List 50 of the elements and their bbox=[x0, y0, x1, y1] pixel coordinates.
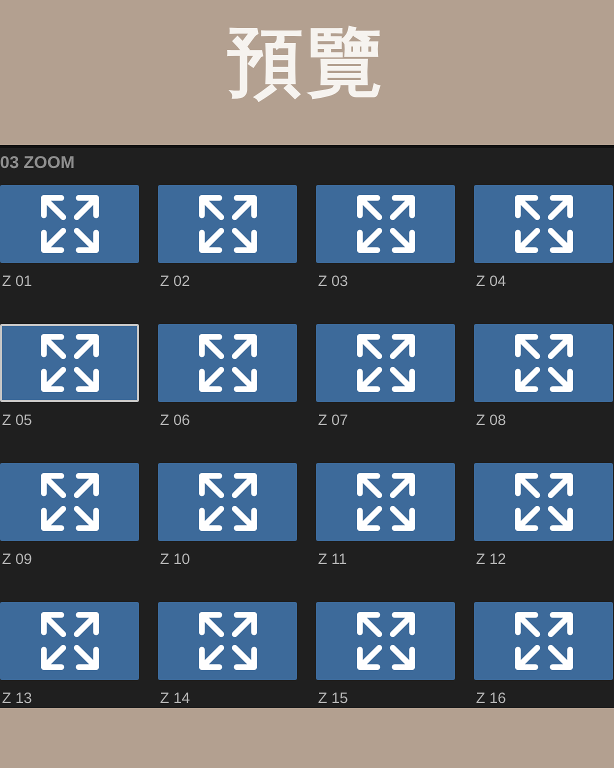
expand-arrows-icon bbox=[198, 473, 256, 531]
preset-thumbnail[interactable] bbox=[158, 602, 297, 680]
expand-arrows-icon bbox=[40, 195, 98, 253]
preset-label: Z 15 bbox=[317, 690, 348, 708]
preset-thumbnail[interactable] bbox=[316, 324, 455, 402]
page-title: 預覽 bbox=[227, 24, 387, 106]
expand-arrows-icon bbox=[40, 334, 98, 392]
preset-label: Z 12 bbox=[475, 551, 506, 569]
expand-arrows-icon bbox=[514, 473, 572, 531]
expand-arrows-icon bbox=[514, 195, 572, 253]
preset-thumbnail[interactable] bbox=[0, 185, 139, 263]
expand-arrows-icon bbox=[40, 473, 98, 531]
preset-thumbnail[interactable] bbox=[316, 463, 455, 541]
preset-thumbnail[interactable] bbox=[474, 185, 613, 263]
preset-thumbnail[interactable] bbox=[0, 324, 139, 402]
expand-arrows-icon bbox=[40, 612, 98, 670]
preset-label: Z 07 bbox=[317, 412, 348, 430]
preset-thumbnail[interactable] bbox=[474, 463, 613, 541]
preset-thumbnail[interactable] bbox=[0, 463, 139, 541]
panel-heading: 03 ZOOM bbox=[0, 152, 76, 173]
expand-arrows-icon bbox=[356, 473, 414, 531]
expand-arrows-icon bbox=[356, 195, 414, 253]
preset-label: Z 03 bbox=[317, 273, 348, 291]
preset-label: Z 11 bbox=[317, 551, 347, 569]
expand-arrows-icon bbox=[514, 612, 572, 670]
preset-label: Z 14 bbox=[159, 690, 190, 708]
preset-label: Z 13 bbox=[1, 690, 32, 708]
preset-label: Z 16 bbox=[475, 690, 506, 708]
preset-label: Z 10 bbox=[159, 551, 190, 569]
preset-thumbnail[interactable] bbox=[474, 602, 613, 680]
expand-arrows-icon bbox=[198, 195, 256, 253]
preset-label: Z 02 bbox=[159, 273, 190, 291]
preset-thumbnail[interactable] bbox=[158, 463, 297, 541]
expand-arrows-icon bbox=[356, 612, 414, 670]
preset-label: Z 08 bbox=[475, 412, 506, 430]
preset-label: Z 09 bbox=[1, 551, 32, 569]
preset-thumbnail[interactable] bbox=[316, 602, 455, 680]
preset-thumbnail[interactable] bbox=[474, 324, 613, 402]
preset-label: Z 06 bbox=[159, 412, 190, 430]
expand-arrows-icon bbox=[356, 334, 414, 392]
preset-thumbnail[interactable] bbox=[158, 185, 297, 263]
preset-thumbnail[interactable] bbox=[158, 324, 297, 402]
preset-thumbnail[interactable] bbox=[316, 185, 455, 263]
preset-label: Z 05 bbox=[1, 412, 32, 430]
preset-label: Z 01 bbox=[1, 273, 32, 291]
expand-arrows-icon bbox=[514, 334, 572, 392]
preset-label: Z 04 bbox=[475, 273, 506, 291]
expand-arrows-icon bbox=[198, 612, 256, 670]
expand-arrows-icon bbox=[198, 334, 256, 392]
preset-thumbnail[interactable] bbox=[0, 602, 139, 680]
